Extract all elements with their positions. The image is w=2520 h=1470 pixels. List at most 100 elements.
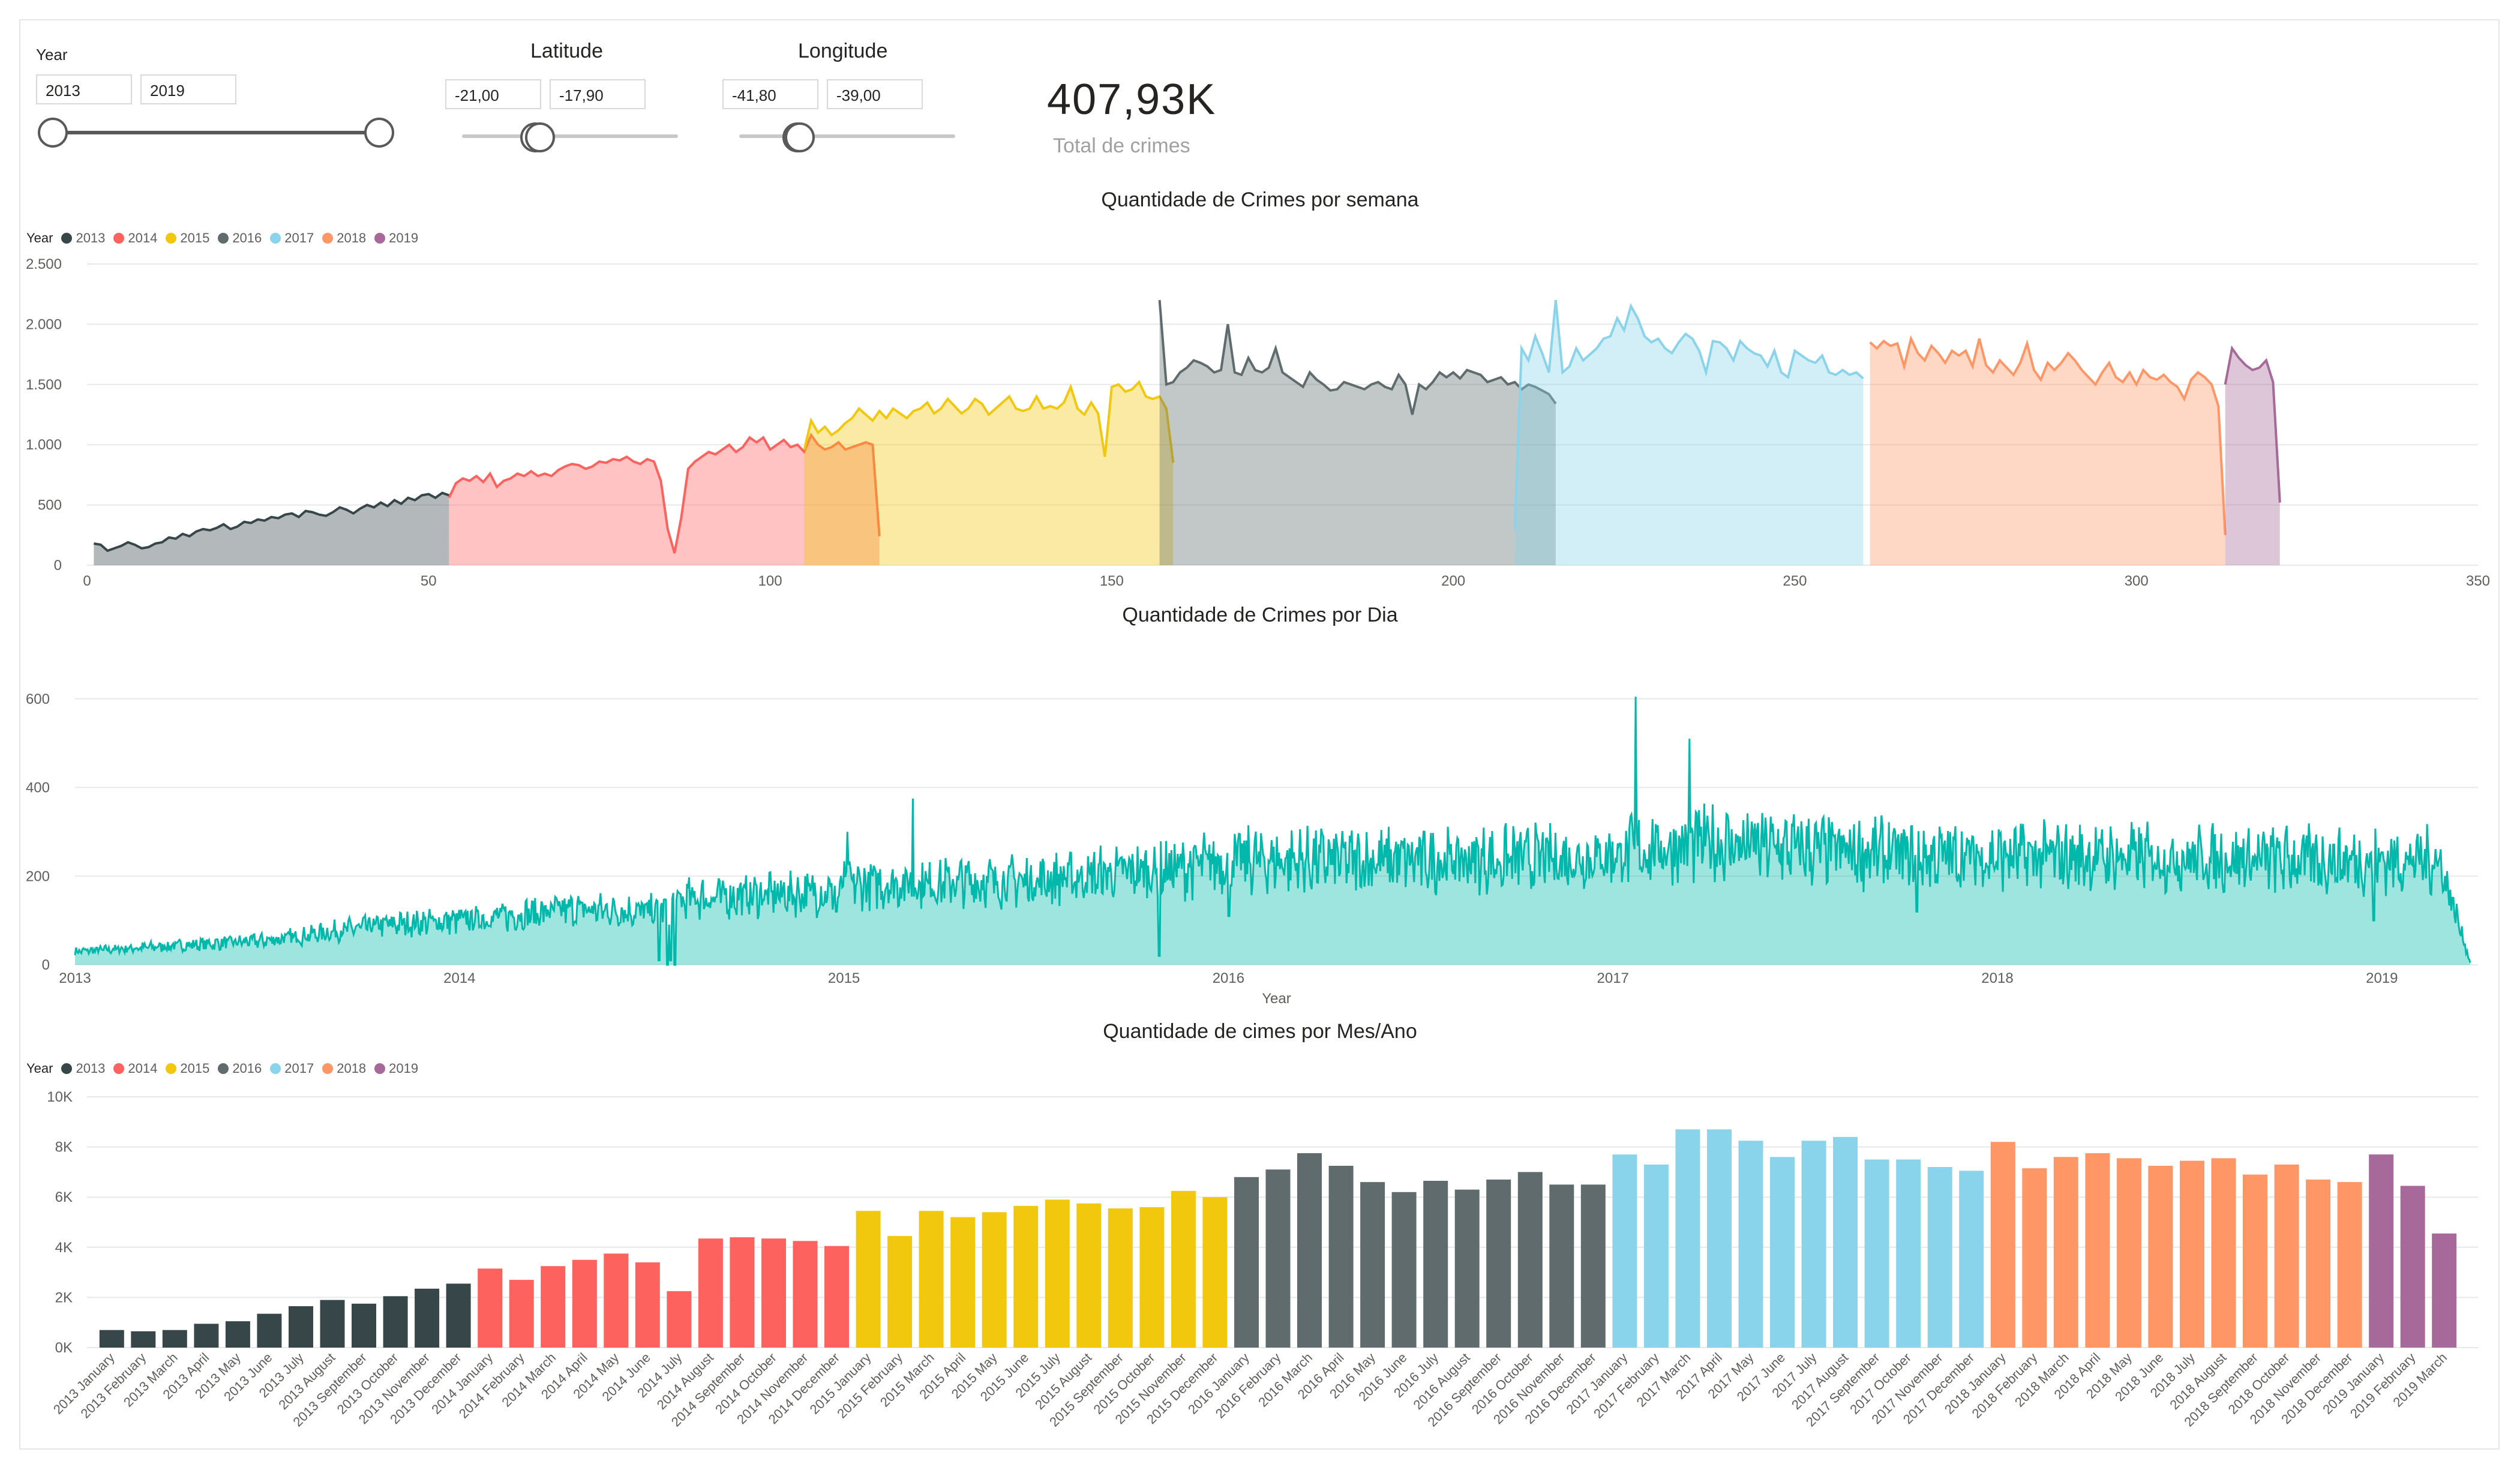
monthly-bar [2148, 1166, 2173, 1348]
daily-x-axis-label: Year [1262, 991, 1291, 1007]
monthly-bar [856, 1211, 881, 1348]
weekly-y-tick: 500 [38, 497, 62, 514]
daily-x-tick: 2019 [2366, 970, 2398, 986]
monthly-bar [1990, 1142, 2015, 1348]
monthly-bar [1864, 1159, 1889, 1348]
weekly-y-tick: 2.000 [26, 316, 62, 332]
monthly-bar [446, 1283, 471, 1348]
monthly-bar [2180, 1160, 2204, 1348]
weekly-x-tick: 100 [758, 573, 782, 589]
monthly-bar [919, 1211, 944, 1348]
daily-x-tick: 2015 [828, 970, 860, 986]
daily-y-tick: 200 [26, 868, 50, 884]
daily-y-tick: 0 [42, 957, 50, 973]
monthly-bar [509, 1280, 534, 1348]
daily-y-tick: 400 [26, 780, 50, 796]
monthly-bar [1486, 1179, 1511, 1348]
weekly-area-2013 [94, 493, 449, 565]
monthly-bar [2211, 1158, 2236, 1348]
monthly-bar [478, 1268, 503, 1348]
monthly-bar [1454, 1189, 1480, 1348]
monthly-bar [1297, 1153, 1322, 1348]
monthly-y-tick: 0K [55, 1340, 73, 1356]
monthly-bar [2337, 1182, 2362, 1348]
monthly-bar [824, 1246, 849, 1348]
weekly-y-tick: 2.500 [26, 256, 62, 272]
monthly-bar [2085, 1153, 2110, 1348]
monthly-bar [1265, 1169, 1291, 1348]
monthly-bar [698, 1238, 723, 1348]
monthly-bar [225, 1321, 250, 1348]
weekly-area-2016 [1159, 300, 1556, 565]
weekly-area-2017 [1514, 300, 1864, 565]
monthly-bar [2432, 1233, 2457, 1348]
monthly-bar [887, 1236, 913, 1348]
monthly-bar [289, 1306, 313, 1348]
monthly-bar [982, 1212, 1007, 1348]
daily-x-tick: 2013 [59, 970, 91, 986]
monthly-bar [541, 1266, 566, 1348]
monthly-bar [1108, 1208, 1133, 1348]
monthly-bar [99, 1330, 124, 1348]
monthly-bar [1517, 1172, 1543, 1348]
monthly-bar [194, 1324, 219, 1348]
monthly-bar [2306, 1179, 2331, 1348]
monthly-bar [1738, 1141, 1763, 1348]
weekly-y-tick: 1.500 [26, 377, 62, 393]
monthly-bar [2369, 1154, 2394, 1348]
monthly-bar [352, 1303, 376, 1348]
monthly-bar [1549, 1184, 1574, 1348]
weekly-x-tick: 300 [2125, 573, 2149, 589]
monthly-bar [162, 1330, 187, 1348]
monthly-bar [635, 1262, 660, 1348]
charts-canvas: 0 500 1.000 1.500 2.000 2.500 0 50 100 150 200 250 3… [26, 256, 2490, 1430]
monthly-bar [1612, 1154, 1637, 1348]
monthly-y-tick: 10K [47, 1089, 73, 1105]
monthly-bar [2243, 1174, 2267, 1348]
monthly-bar [2274, 1164, 2299, 1348]
monthly-bar [1896, 1159, 1921, 1348]
monthly-bar [1045, 1199, 1070, 1348]
monthly-y-tick: 8K [55, 1139, 73, 1156]
monthly-bar [1801, 1141, 1826, 1348]
daily-x-tick: 2016 [1213, 970, 1244, 986]
monthly-bar [383, 1296, 408, 1348]
monthly-bar [761, 1238, 786, 1348]
monthly-bar [415, 1288, 440, 1348]
monthly-bar [1927, 1167, 1952, 1348]
monthly-bar [793, 1241, 818, 1348]
monthly-bar [2400, 1186, 2425, 1348]
monthly-bar [1202, 1197, 1228, 1348]
monthly-bar [1234, 1177, 1259, 1348]
monthly-bar [1707, 1129, 1732, 1348]
monthly-bar [604, 1253, 629, 1348]
weekly-y-tick: 0 [54, 557, 62, 574]
monthly-bar [2116, 1158, 2141, 1348]
monthly-bar [667, 1291, 692, 1348]
daily-y-tick: 600 [26, 691, 50, 707]
monthly-bar [2053, 1157, 2078, 1348]
monthly-bar [1171, 1190, 1196, 1348]
daily-x-tick: 2017 [1597, 970, 1629, 986]
monthly-bar [1675, 1129, 1700, 1348]
monthly-y-tick: 4K [55, 1240, 73, 1256]
weekly-x-tick: 350 [2466, 573, 2490, 589]
weekly-area-2018 [1870, 338, 2225, 565]
monthly-bar [1580, 1184, 1606, 1348]
monthly-bar [1391, 1192, 1417, 1348]
monthly-bar [131, 1331, 156, 1348]
monthly-bar [2022, 1168, 2047, 1348]
monthly-bar [730, 1237, 755, 1348]
weekly-x-tick: 200 [1441, 573, 1465, 589]
monthly-bar [1328, 1166, 1354, 1348]
monthly-bar [950, 1217, 976, 1348]
monthly-bar [1360, 1182, 1385, 1348]
weekly-x-tick: 250 [1783, 573, 1807, 589]
weekly-x-tick: 0 [83, 573, 91, 589]
monthly-bar [257, 1313, 282, 1348]
daily-x-tick: 2018 [1981, 970, 2013, 986]
monthly-bar [1959, 1171, 1984, 1348]
monthly-bar [1076, 1203, 1102, 1348]
daily-x-tick: 2014 [443, 970, 475, 986]
monthly-bar [572, 1259, 597, 1348]
